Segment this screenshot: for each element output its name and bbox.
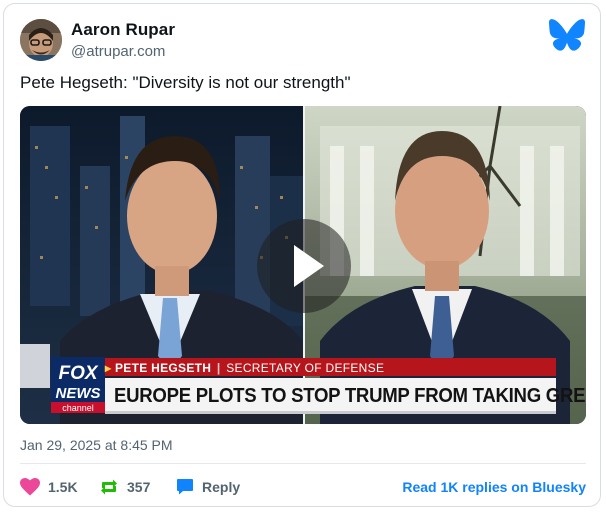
author-avatar[interactable] [20, 19, 62, 61]
repost-count: 357 [127, 479, 151, 495]
post-timestamp[interactable]: Jan 29, 2025 at 8:45 PM [20, 437, 173, 453]
guest-name: PETE HEGSETH [114, 361, 212, 375]
fox-news-logo: FOX NEWS channel [51, 357, 105, 413]
author-handle[interactable]: @atrupar.com [71, 43, 165, 60]
play-icon[interactable] [257, 219, 351, 313]
post-text: Pete Hegseth: "Diversity is not our stre… [20, 73, 351, 92]
video-player[interactable]: FOX NEWS channel ▸ PETE HEGSETH | SECRET… [20, 106, 586, 424]
repost-button[interactable]: 357 [99, 474, 150, 500]
svg-text:NEWS: NEWS [56, 385, 101, 402]
divider [20, 463, 586, 464]
like-count: 1.5K [48, 479, 78, 495]
heart-icon [20, 478, 40, 496]
author-name[interactable]: Aaron Rupar [71, 20, 175, 40]
reply-button[interactable]: Reply [176, 474, 240, 500]
action-bar: 1.5K 357 Reply Read 1K replies on Bluesk… [20, 474, 586, 500]
post-card: Aaron Rupar @atrupar.com Pete Hegseth: "… [3, 3, 601, 507]
lower-third-separator: | [216, 361, 221, 375]
speech-bubble-icon [177, 479, 193, 495]
lower-third-name: ▸ PETE HEGSETH | SECRETARY OF DEFENSE [105, 361, 385, 375]
repost-icon [101, 479, 117, 495]
like-button[interactable]: 1.5K [20, 474, 78, 500]
guest-title: SECRETARY OF DEFENSE [226, 361, 385, 375]
headline-banner: EUROPE PLOTS TO STOP TRUMP FROM TAKING G… [114, 385, 586, 407]
svg-text:channel: channel [62, 403, 94, 413]
reply-label: Reply [202, 479, 241, 495]
bluesky-butterfly-icon[interactable] [549, 19, 585, 51]
svg-text:FOX: FOX [58, 363, 98, 384]
read-replies-link[interactable]: Read 1K replies on Bluesky [402, 474, 586, 500]
